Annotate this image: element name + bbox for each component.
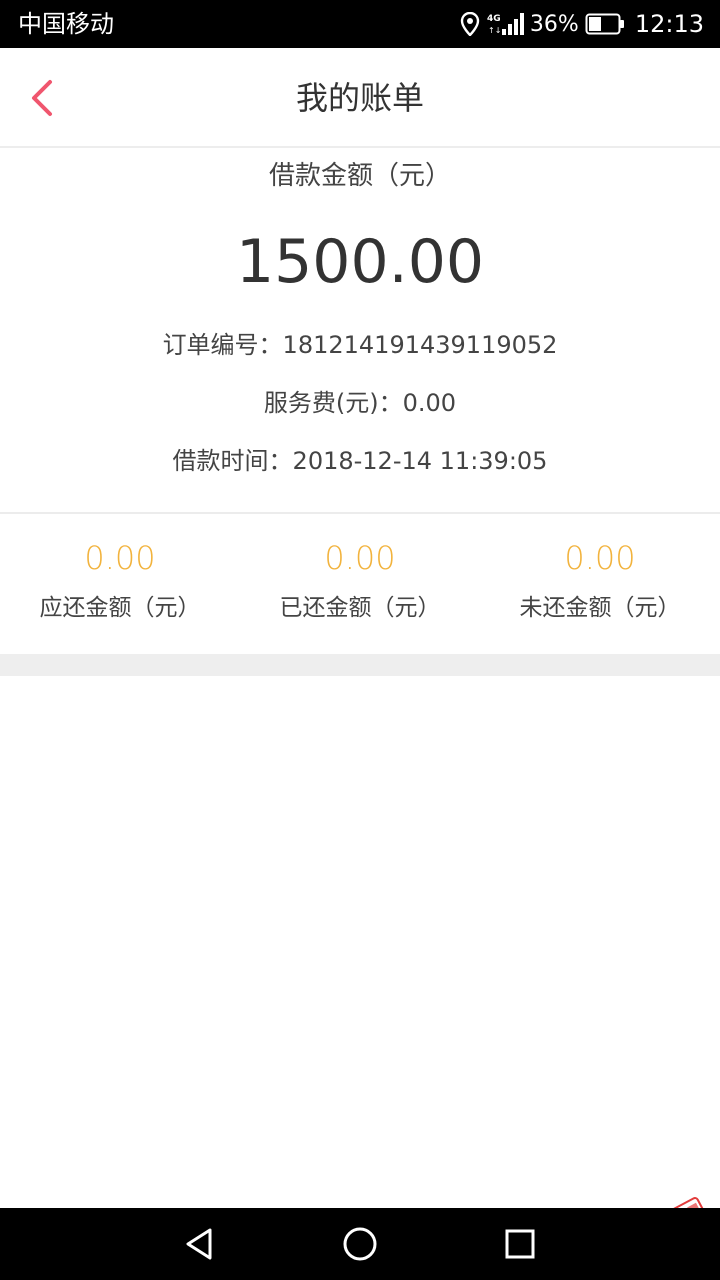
stat-value: 0.00 bbox=[84, 539, 156, 577]
stat-amount-repaid: 0.00 已还金额（元） bbox=[240, 532, 480, 628]
svg-text:4G: 4G bbox=[487, 14, 501, 24]
system-nav-bar bbox=[0, 1208, 720, 1280]
svg-text:↑↓: ↑↓ bbox=[488, 26, 501, 35]
signal-4g-icon: 4G ↑↓ bbox=[487, 13, 524, 35]
page-title: 我的账单 bbox=[295, 79, 424, 117]
location-icon bbox=[460, 12, 480, 36]
divider bbox=[0, 512, 720, 514]
app-header: 我的账单 bbox=[0, 48, 720, 148]
carrier-name: 中国移动 bbox=[18, 10, 114, 38]
battery-icon bbox=[585, 13, 624, 35]
order-number: 订单编号：181214191439119052 bbox=[162, 331, 558, 359]
section-separator bbox=[0, 654, 720, 676]
loan-amount-value: 1500.00 bbox=[235, 227, 485, 297]
circle-home-icon[interactable] bbox=[340, 1224, 380, 1264]
stat-label: 未还金额（元） bbox=[519, 595, 681, 621]
battery-percent: 36% bbox=[529, 11, 579, 37]
stat-value: 0.00 bbox=[324, 539, 396, 577]
stat-label: 应还金额（元） bbox=[39, 595, 201, 621]
loan-time: 借款时间：2018-12-14 11:39:05 bbox=[172, 447, 548, 475]
triangle-back-icon[interactable] bbox=[180, 1224, 220, 1264]
square-recents-icon[interactable] bbox=[500, 1224, 540, 1264]
service-fee: 服务费(元)：0.00 bbox=[263, 389, 457, 417]
stat-amount-due: 0.00 应还金额（元） bbox=[0, 532, 240, 628]
stat-value: 0.00 bbox=[564, 539, 636, 577]
clock: 12:13 bbox=[634, 10, 704, 38]
status-bar: 中国移动 4G ↑↓ 36% 12:13 bbox=[0, 0, 720, 48]
status-icons: 4G ↑↓ 36% 12:13 bbox=[460, 10, 704, 38]
stat-label: 已还金额（元） bbox=[279, 595, 441, 621]
loan-amount-label: 借款金额（元） bbox=[268, 161, 451, 191]
stat-amount-unpaid: 0.00 未还金额（元） bbox=[480, 532, 720, 628]
